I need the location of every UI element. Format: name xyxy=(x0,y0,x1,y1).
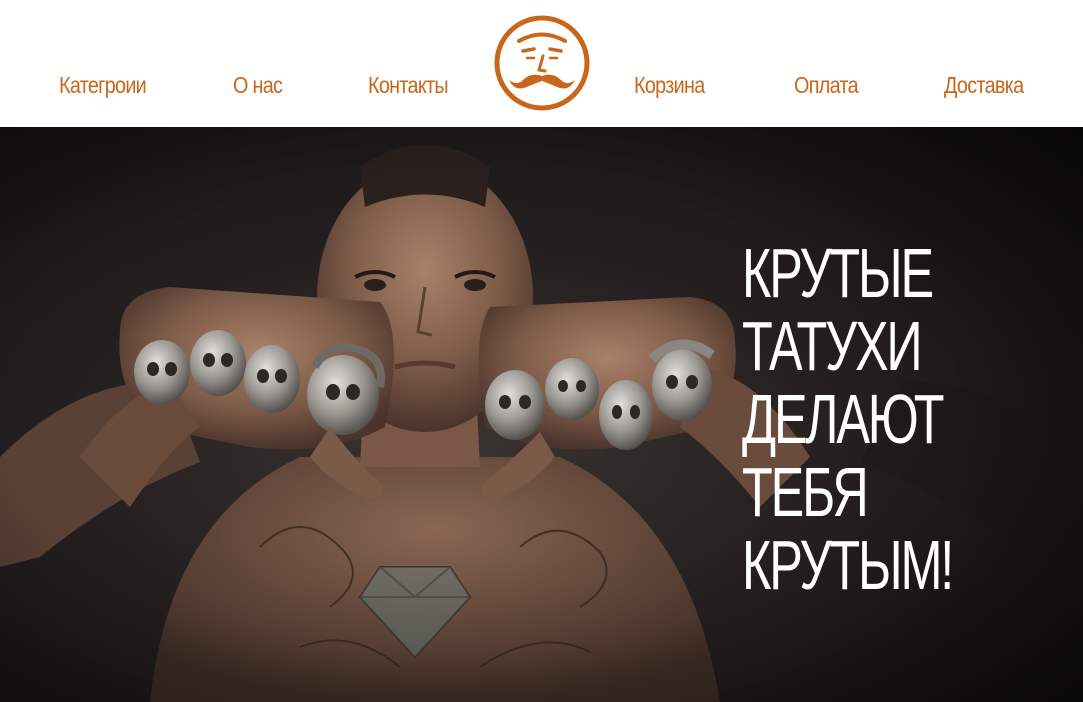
nav-categories-link[interactable]: Категроии xyxy=(59,72,147,99)
site-header: Категроии О нас Контакты Корзина Оплата … xyxy=(0,0,1083,127)
nav-contacts-link[interactable]: Контакты xyxy=(368,72,449,99)
hero-title: КРУТЫЕ ТАТУХИ ДЕЛАЮТ ТЕБЯ КРУТЫМ! xyxy=(742,234,954,604)
nav-delivery-link[interactable]: Доставка xyxy=(944,72,1024,99)
hero-banner: КРУТЫЕ ТАТУХИ ДЕЛАЮТ ТЕБЯ КРУТЫМ! xyxy=(0,127,1083,702)
mustache-face-logo-icon[interactable] xyxy=(493,14,591,112)
nav-cart-link[interactable]: Корзина xyxy=(634,72,705,99)
nav-about-link[interactable]: О нас xyxy=(233,72,283,99)
nav-payment-link[interactable]: Оплата xyxy=(794,72,859,99)
